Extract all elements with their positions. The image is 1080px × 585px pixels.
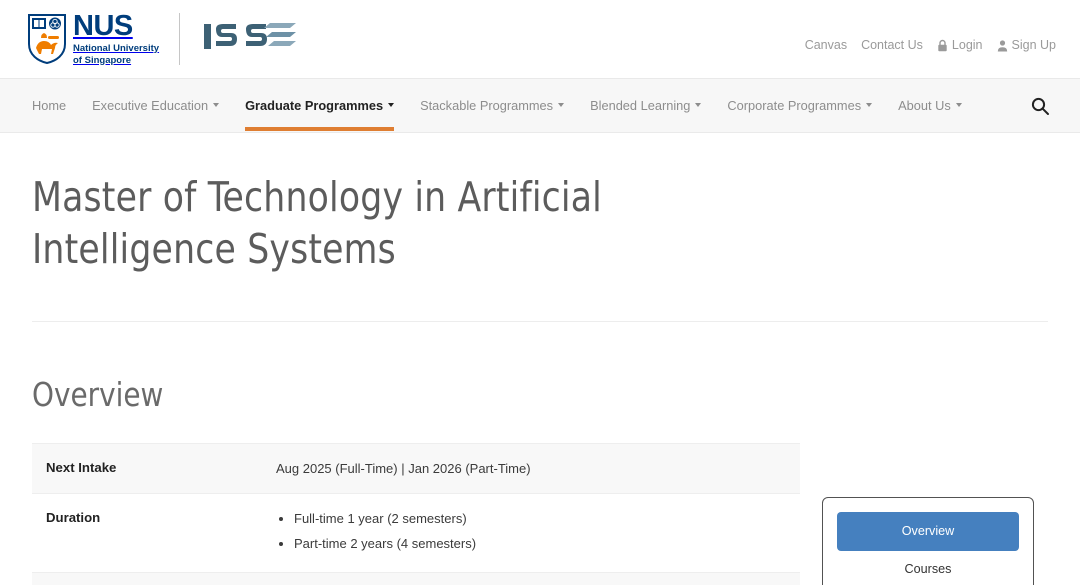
- nav-item-graduate-programmes[interactable]: Graduate Programmes: [245, 81, 395, 131]
- utility-nav-label: Canvas: [804, 38, 848, 52]
- chevron-down-icon: [866, 103, 873, 107]
- nus-wordmark: NUS National University of Singapore: [73, 9, 160, 66]
- table-row-label: Next Intake: [46, 459, 117, 475]
- logo-divider: [179, 13, 181, 65]
- utility-nav-label: Contact Us: [861, 38, 923, 52]
- utility-nav: Canvas Contact Us Login Sign Up: [805, 38, 1056, 52]
- table-row-value: Full-time 1 year (2 semesters) Part-time…: [272, 493, 800, 572]
- nav-item-label: Graduate Programmes: [245, 97, 384, 113]
- nus-name: NUS: [73, 9, 133, 42]
- utility-nav-label: Sign Up: [1011, 38, 1056, 52]
- page-title: Master of Technology in Artificial Intel…: [32, 173, 603, 274]
- table-row-label: Application Timeline: [32, 573, 272, 585]
- nav-item-home[interactable]: Home: [32, 81, 66, 131]
- nav-item-label: Home: [32, 97, 67, 113]
- iss-logo-link[interactable]: [202, 17, 298, 62]
- top-header-bar: NUS National University of Singapore Can…: [0, 0, 1080, 79]
- duration-list: Full-time 1 year (2 semesters) Part-time…: [276, 508, 786, 554]
- nus-subtitle: National University of Singapore: [73, 42, 160, 66]
- utility-nav-item-canvas[interactable]: Canvas: [805, 38, 847, 52]
- table-row: Next Intake Aug 2025 (Full-Time) | Jan 2…: [32, 443, 800, 494]
- list-item: Full-time 1 year (2 semesters): [294, 508, 786, 529]
- side-nav-item-overview[interactable]: Overview: [837, 512, 1019, 551]
- table-row-value: Admissions into the MTech programme is c…: [272, 573, 800, 585]
- overview-table: Next Intake Aug 2025 (Full-Time) | Jan 2…: [32, 443, 800, 585]
- chevron-down-icon: [558, 103, 565, 107]
- nav-item-label: Blended Learning: [590, 97, 691, 113]
- nus-shield-icon: [28, 14, 66, 64]
- side-nav-item-courses[interactable]: Courses: [837, 551, 1019, 585]
- nav-item-about-us[interactable]: About Us: [898, 81, 962, 131]
- nav-item-stackable-programmes[interactable]: Stackable Programmes: [420, 81, 565, 131]
- section-side-navigation: Overview Courses Capstone Project & Inte…: [822, 497, 1034, 585]
- table-row: Duration Full-time 1 year (2 semesters) …: [32, 493, 800, 572]
- nav-item-executive-education[interactable]: Executive Education: [92, 81, 220, 131]
- nav-item-label: Stackable Programmes: [420, 97, 554, 113]
- chevron-down-icon: [955, 103, 962, 107]
- section-heading-overview: Overview: [32, 374, 164, 414]
- search-icon[interactable]: [1030, 96, 1050, 116]
- chevron-down-icon: [213, 103, 220, 107]
- person-icon: [997, 39, 1007, 51]
- nav-item-label: About Us: [898, 97, 951, 113]
- nus-logo-link[interactable]: NUS National University of Singapore: [28, 9, 160, 66]
- utility-nav-item-login[interactable]: Login: [937, 38, 983, 52]
- nav-item-label: Corporate Programmes: [727, 97, 862, 113]
- utility-nav-item-sign-up[interactable]: Sign Up: [997, 38, 1056, 52]
- main-navigation: Home Executive Education Graduate Progra…: [0, 79, 1080, 133]
- chevron-down-icon: [388, 103, 395, 107]
- logo-group: NUS National University of Singapore: [28, 8, 298, 70]
- nav-item-blended-learning[interactable]: Blended Learning: [590, 81, 702, 131]
- table-row: Application Timeline Admissions into the…: [32, 572, 800, 585]
- chevron-down-icon: [695, 103, 702, 107]
- utility-nav-label: Login: [951, 38, 983, 52]
- iss-logo-icon: [204, 22, 297, 49]
- nav-item-label: Executive Education: [92, 97, 209, 113]
- table-row-label: Duration: [46, 509, 101, 525]
- nav-item-corporate-programmes[interactable]: Corporate Programmes: [727, 81, 873, 131]
- list-item: Part-time 2 years (4 semesters): [294, 533, 786, 554]
- utility-nav-item-contact-us[interactable]: Contact Us: [861, 38, 923, 52]
- lock-icon: [938, 39, 947, 51]
- page-content: Master of Technology in Artificial Intel…: [0, 133, 1080, 585]
- table-row-value: Aug 2025 (Full-Time) | Jan 2026 (Part-Ti…: [276, 460, 531, 476]
